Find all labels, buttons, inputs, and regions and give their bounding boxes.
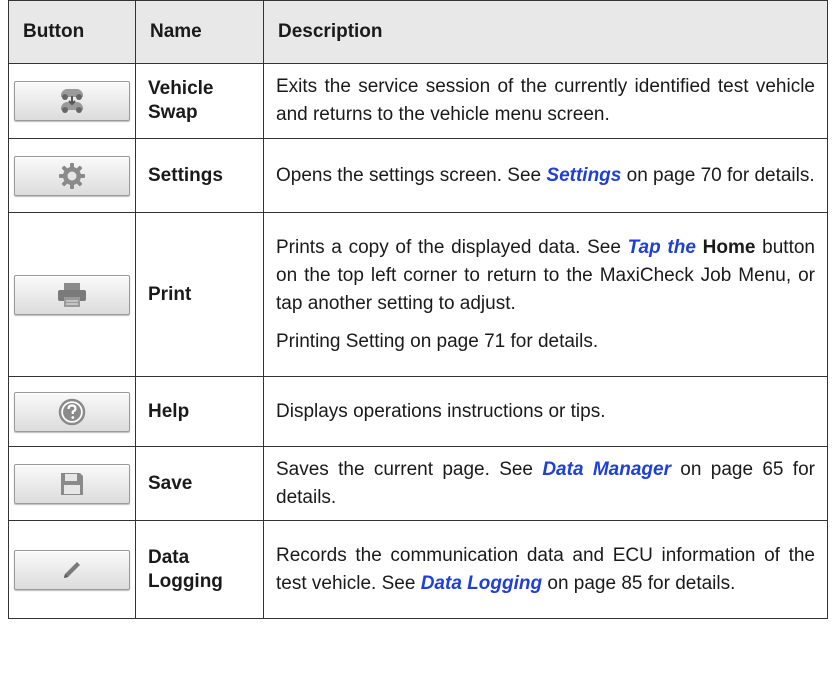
data-manager-link[interactable]: Data Manager bbox=[542, 459, 671, 480]
vehicle-swap-button[interactable] bbox=[14, 81, 130, 121]
vehicle-swap-icon bbox=[61, 89, 83, 113]
data-logging-button[interactable] bbox=[14, 549, 130, 590]
help-button[interactable] bbox=[14, 391, 130, 432]
row-name: Save bbox=[135, 446, 264, 521]
button-reference-table: Button Name Description Vehicle Swap Exi… bbox=[8, 0, 828, 619]
row-description: Saves the current page. See Data Manager… bbox=[276, 458, 815, 508]
settings-button[interactable] bbox=[14, 155, 130, 196]
row-name: Data Logging bbox=[135, 520, 264, 619]
pencil-icon bbox=[64, 561, 80, 578]
row-description-2: Printing Setting on page 71 for details. bbox=[276, 330, 599, 352]
row-description: Prints a copy of the displayed data. See… bbox=[276, 236, 815, 314]
header-description: Description bbox=[263, 0, 828, 64]
row-description: Displays operations instructions or tips… bbox=[276, 400, 606, 422]
printer-icon bbox=[58, 282, 86, 307]
table-row: Help Displays operations instructions or… bbox=[8, 376, 828, 447]
table-row: Vehicle Swap Exits the service session o… bbox=[8, 63, 828, 139]
settings-link[interactable]: Settings bbox=[546, 165, 621, 186]
tap-the-link[interactable]: Tap the bbox=[628, 237, 696, 258]
help-icon bbox=[58, 398, 86, 425]
data-logging-link[interactable]: Data Logging bbox=[421, 573, 542, 594]
gear-icon bbox=[59, 162, 85, 189]
header-name: Name bbox=[135, 0, 264, 64]
save-button[interactable] bbox=[14, 463, 130, 504]
save-icon bbox=[61, 472, 83, 495]
row-name: Print bbox=[135, 212, 264, 377]
print-button[interactable] bbox=[14, 274, 130, 315]
row-name: Help bbox=[135, 376, 264, 447]
table-header-row: Button Name Description bbox=[8, 0, 828, 64]
table-row: Print Prints a copy of the displayed dat… bbox=[8, 212, 828, 377]
header-button: Button bbox=[8, 0, 136, 64]
row-description: Exits the service session of the current… bbox=[276, 76, 815, 125]
table-row: Settings Opens the settings screen. See … bbox=[8, 138, 828, 213]
row-description: Opens the settings screen. See Settings … bbox=[276, 164, 815, 186]
row-description: Records the communication data and ECU i… bbox=[276, 544, 815, 594]
row-name: Settings bbox=[135, 138, 264, 213]
table-row: Data Logging Records the communication d… bbox=[8, 520, 828, 619]
row-name: Vehicle Swap bbox=[135, 63, 264, 139]
table-row: Save Saves the current page. See Data Ma… bbox=[8, 446, 828, 521]
